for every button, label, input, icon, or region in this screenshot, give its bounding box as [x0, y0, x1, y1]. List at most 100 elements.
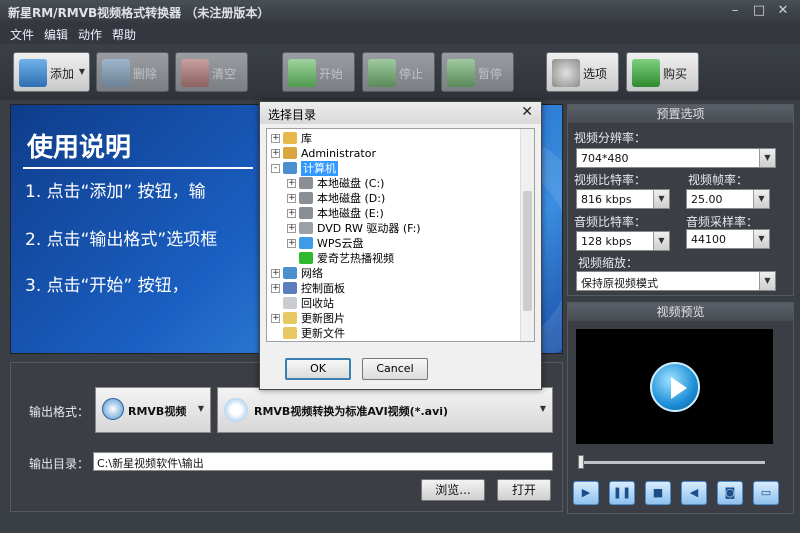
title-bar: 新星RM/RMVB视频格式转换器 （未注册版本） – □ ✕ [0, 0, 800, 24]
library-icon [283, 132, 297, 144]
chevron-down-icon: ▼ [653, 190, 669, 208]
play-button[interactable]: ▶ [573, 481, 599, 505]
pause-preview-button[interactable]: ❚❚ [609, 481, 635, 505]
stop-button[interactable]: 停止 [362, 52, 435, 92]
play-icon[interactable] [650, 362, 700, 412]
info-icon [102, 398, 124, 420]
expand-icon[interactable]: + [287, 179, 296, 188]
user-folder-icon [283, 147, 297, 159]
menu-help[interactable]: 帮助 [112, 26, 136, 43]
resolution-select[interactable]: 704*480 ▼ [576, 148, 776, 168]
menu-bar: 文件 编辑 动作 帮助 [0, 24, 800, 44]
sample-rate-label: 音频采样率： [686, 215, 759, 229]
dialog-title-bar: 选择目录 ✕ [260, 102, 541, 124]
format-category-select[interactable]: RMVB视频 ▼ [95, 387, 211, 433]
audio-bitrate-label: 音频比特率： [574, 215, 647, 229]
start-button[interactable]: 开始 [282, 52, 355, 92]
output-dir-input[interactable]: C:\新星视频软件\输出 [93, 452, 553, 471]
computer-icon [283, 162, 297, 174]
step-2: 2. 点击“输出格式”选项框 [25, 230, 218, 250]
tree-node-label: WPS云盘 [317, 237, 364, 250]
fps-select[interactable]: 25.00 ▼ [686, 189, 770, 209]
clear-button[interactable]: 清空 [175, 52, 248, 92]
options-button[interactable]: 选项 [546, 52, 619, 92]
tree-scrollbar[interactable] [520, 129, 534, 341]
expand-icon[interactable]: + [271, 284, 280, 293]
network-icon [283, 267, 297, 279]
minimize-button[interactable]: – [724, 2, 746, 20]
delete-button[interactable]: 删除 [96, 52, 169, 92]
stop-icon [368, 59, 396, 87]
cloud-icon [299, 237, 313, 249]
drive-icon [299, 177, 313, 189]
open-button[interactable]: 打开 [497, 479, 551, 501]
buy-button[interactable]: 购买 [626, 52, 699, 92]
menu-edit[interactable]: 编辑 [44, 26, 68, 43]
sample-rate-select[interactable]: 44100 ▼ [686, 229, 770, 249]
collapse-icon[interactable]: - [271, 164, 280, 173]
pause-button[interactable]: 暂停 [441, 52, 514, 92]
expand-icon[interactable]: + [271, 314, 280, 323]
expand-icon[interactable]: + [287, 194, 296, 203]
chevron-down-icon: ▼ [653, 232, 669, 250]
output-dir-label: 输出目录： [29, 457, 90, 471]
tree-node-label: 本地磁盘 (C:) [317, 177, 385, 190]
pause-icon: ❚❚ [612, 486, 632, 499]
expand-icon[interactable]: + [271, 269, 280, 278]
ok-button[interactable]: OK [285, 358, 351, 380]
video-bitrate-select[interactable]: 816 kbps ▼ [576, 189, 670, 209]
browse-button[interactable]: 浏览... [421, 479, 485, 501]
preview-title: 视频预览 [568, 303, 793, 321]
expand-icon[interactable]: + [271, 149, 280, 158]
add-button[interactable]: 添加 ▼ [13, 52, 90, 92]
format-icon [224, 398, 248, 422]
expand-icon[interactable]: + [287, 224, 296, 233]
open-folder-button[interactable]: ▭ [753, 481, 779, 505]
shopping-cart-icon [632, 59, 660, 87]
expand-icon[interactable]: + [287, 209, 296, 218]
seek-handle[interactable] [578, 455, 584, 469]
gear-icon [552, 59, 580, 87]
close-button[interactable]: ✕ [772, 2, 794, 20]
preset-panel: 预置选项 视频分辨率： 704*480 ▼ 视频比特率： 视频帧率： 816 kb… [567, 104, 794, 296]
dvd-icon [299, 222, 313, 234]
step-3: 3. 点击“开始” 按钮， [25, 276, 189, 296]
scale-label: 视频缩放： [578, 256, 639, 270]
chevron-down-icon: ▼ [197, 404, 204, 413]
drive-icon [299, 207, 313, 219]
expand-icon[interactable]: + [287, 239, 296, 248]
folder-icon [283, 327, 297, 339]
format-select[interactable]: RMVB视频转换为标准AVI视频(*.avi) ▼ [217, 387, 553, 433]
stop-preview-button[interactable]: ■ [645, 481, 671, 505]
speaker-icon: ◀ [689, 486, 699, 499]
resolution-label: 视频分辨率： [574, 131, 647, 145]
preview-screen [576, 329, 773, 444]
folder-tree: + 库 + Administrator - 计算机 + 本地磁盘 (C:) + 本地磁盘 (D:)… [266, 128, 535, 342]
start-convert-icon [288, 59, 316, 87]
dialog-title: 选择目录 [268, 108, 317, 122]
tree-node-label: 网络 [301, 267, 323, 280]
tree-node-label: 计算机 [301, 161, 338, 176]
chevron-down-icon: ▼ [539, 404, 546, 413]
fps-label: 视频帧率： [688, 173, 749, 187]
expand-icon[interactable]: + [271, 134, 280, 143]
chevron-down-icon: ▼ [753, 190, 769, 208]
window-title: 新星RM/RMVB视频格式转换器 （未注册版本） [8, 6, 270, 20]
output-format-label: 输出格式： [29, 405, 90, 419]
audio-bitrate-select[interactable]: 128 kbps ▼ [576, 231, 670, 251]
snapshot-button[interactable]: ◙ [717, 481, 743, 505]
select-directory-dialog: 选择目录 ✕ + 库 + Administrator - 计算机 + 本地磁盘 (C:) + 本地… [259, 101, 542, 390]
scrollbar-thumb[interactable] [523, 191, 532, 311]
menu-action[interactable]: 动作 [78, 26, 102, 43]
scale-select[interactable]: 保持原视频模式 ▼ [576, 271, 776, 291]
volume-button[interactable]: ◀ [681, 481, 707, 505]
seek-track[interactable] [580, 461, 765, 464]
close-icon[interactable]: ✕ [521, 104, 533, 120]
chevron-down-icon: ▼ [759, 272, 775, 290]
cancel-button[interactable]: Cancel [362, 358, 428, 380]
maximize-button[interactable]: □ [748, 2, 770, 20]
menu-file[interactable]: 文件 [10, 26, 34, 43]
tree-node-label: Administrator [301, 147, 376, 160]
tree-node-label: 本地磁盘 (D:) [317, 192, 386, 205]
tree-node-label: 回收站 [301, 297, 334, 310]
